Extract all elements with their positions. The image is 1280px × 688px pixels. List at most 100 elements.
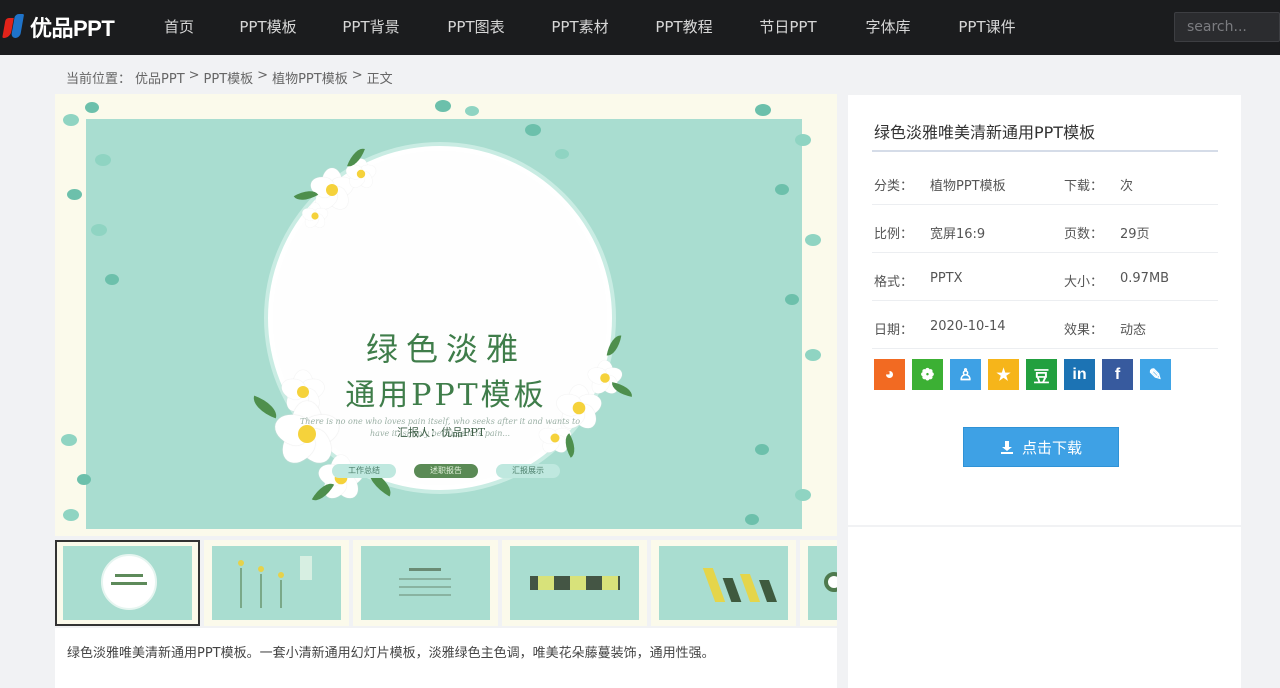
leaf-decoration (795, 134, 811, 146)
slide-author: 汇报人：优品PPT (397, 426, 486, 439)
info-value: 宽屏16:9 (930, 227, 986, 242)
info-key: 页数： (1064, 227, 1104, 242)
thumbnail-image (212, 546, 341, 620)
thumbnail-6[interactable] (800, 540, 837, 626)
douban-share-button[interactable]: 豆 (1026, 359, 1057, 390)
info-value: PPTX (930, 271, 963, 286)
leaf-decoration (77, 474, 91, 485)
breadcrumb-separator: > (257, 68, 269, 83)
leaf-decoration (95, 154, 111, 166)
breadcrumb-separator: > (188, 68, 200, 83)
site-logo[interactable]: 优品PPT (2, 10, 115, 44)
leaf-decoration (555, 149, 569, 159)
leaf-decoration (785, 294, 799, 305)
nav-item-ppt-tutorials[interactable]: PPT教程 (632, 0, 736, 55)
info-value: 2020-10-14 (930, 319, 1006, 334)
download-label: 点击下载 (1021, 438, 1082, 457)
info-row-format: 格式： PPTX 大小： 0.97MB (872, 253, 1218, 301)
info-row-category: 分类： 植物PPT模板 下载： 次 (872, 157, 1218, 205)
search-input[interactable] (1175, 13, 1279, 41)
info-value: 29页 (1120, 227, 1150, 242)
leaf-decoration (795, 489, 811, 501)
info-key: 下载： (1064, 179, 1104, 194)
nav-item-holiday-ppt[interactable]: 节日PPT (736, 0, 840, 55)
info-row-date: 日期： 2020-10-14 效果： 动态 (872, 301, 1218, 349)
twitter-share-button[interactable]: ✎ (1140, 359, 1171, 390)
share-buttons: ◕ ❁ ♙ ★ 豆 in f ✎ (874, 359, 1171, 390)
leaf-decoration (91, 224, 107, 236)
leaf-decoration (63, 114, 79, 126)
nav-item-font-library[interactable]: 字体库 (840, 0, 936, 55)
nav-item-ppt-charts[interactable]: PPT图表 (424, 0, 528, 55)
breadcrumb: 当前位置： 优品PPT > PPT模板 > 植物PPT模板 > 正文 (66, 68, 393, 87)
thumbnail-image (361, 546, 490, 620)
breadcrumb-current: 正文 (366, 72, 393, 87)
thumbnail-3[interactable] (353, 540, 498, 626)
nav-item-ppt-backgrounds[interactable]: PPT背景 (318, 0, 424, 55)
info-row-ratio: 比例： 宽屏16:9 页数： 29页 (872, 205, 1218, 253)
template-preview-image[interactable]: 绿色淡雅 通用PPT模板 There is no one who loves p… (55, 94, 837, 536)
thumbnail-1[interactable] (55, 540, 200, 626)
download-icon (1000, 441, 1013, 454)
nav-item-ppt-materials[interactable]: PPT素材 (528, 0, 632, 55)
leaf-decoration (105, 274, 119, 285)
info-value: 次 (1120, 179, 1134, 194)
thumbnail-image (808, 546, 837, 620)
breadcrumb-ppt-templates-link[interactable]: PPT模板 (204, 68, 254, 87)
info-value: 动态 (1120, 323, 1147, 338)
qzone-share-button[interactable]: ★ (988, 359, 1019, 390)
facebook-share-button[interactable]: f (1102, 359, 1133, 390)
leaf-decoration (525, 124, 541, 136)
leaf-decoration (67, 189, 82, 200)
template-info-panel: 绿色淡雅唯美清新通用PPT模板 分类： 植物PPT模板 下载： 次 比例： 宽屏… (848, 95, 1241, 525)
thumbnail-strip (55, 540, 837, 626)
leaf-decoration (465, 106, 479, 116)
nav-item-ppt-templates[interactable]: PPT模板 (218, 0, 318, 55)
leaf-decoration (745, 514, 759, 525)
logo-text: 优品PPT (30, 16, 115, 41)
info-key: 分类： (874, 179, 914, 194)
slide-pill: 工作总结 (332, 464, 396, 478)
nav-item-ppt-courseware[interactable]: PPT课件 (936, 0, 1038, 55)
download-button[interactable]: 点击下载 (963, 427, 1119, 467)
info-value: 0.97MB (1120, 271, 1170, 286)
leaf-decoration (61, 434, 77, 446)
leaf-decoration (63, 509, 79, 521)
thumbnail-2[interactable] (204, 540, 349, 626)
breadcrumb-plant-templates-link[interactable]: 植物PPT模板 (272, 68, 348, 87)
breadcrumb-separator: > (351, 68, 363, 83)
template-description: 绿色淡雅唯美清新通用PPT模板。一套小清新通用幻灯片模板，淡雅绿色主色调，唯美花… (55, 628, 837, 688)
info-key: 日期： (874, 323, 914, 338)
thumbnail-image (659, 546, 788, 620)
sidebar-lower-panel (848, 527, 1241, 688)
qq-share-button[interactable]: ♙ (950, 359, 981, 390)
search-box (1174, 12, 1280, 42)
info-key: 效果： (1064, 323, 1104, 338)
nav-item-home[interactable]: 首页 (140, 0, 218, 55)
top-navigation: 优品PPT 首页 PPT模板 PPT背景 PPT图表 PPT素材 PPT教程 节… (0, 0, 1280, 55)
leaf-decoration (775, 184, 789, 195)
slide-pill: 汇报展示 (496, 464, 560, 478)
thumbnail-5[interactable] (651, 540, 796, 626)
linkedin-share-button[interactable]: in (1064, 359, 1095, 390)
leaf-decoration (755, 104, 771, 116)
breadcrumb-home-link[interactable]: 优品PPT (135, 68, 185, 87)
leaf-decoration (805, 234, 821, 246)
nav-menu: 首页 PPT模板 PPT背景 PPT图表 PPT素材 PPT教程 节日PPT 字… (140, 0, 1038, 55)
weibo-share-button[interactable]: ◕ (874, 359, 905, 390)
breadcrumb-label: 当前位置： (66, 72, 132, 87)
logo-mark-icon (2, 12, 28, 42)
info-key: 比例： (874, 227, 914, 242)
slide-title-line1: 绿色淡雅 (365, 330, 526, 368)
info-key: 格式： (874, 275, 914, 290)
slide-pill: 述职报告 (414, 464, 478, 478)
category-link[interactable]: 植物PPT模板 (930, 175, 1006, 194)
wechat-share-button[interactable]: ❁ (912, 359, 943, 390)
template-title: 绿色淡雅唯美清新通用PPT模板 (874, 123, 1096, 142)
slide-title-line2: 通用PPT模板 (345, 378, 547, 413)
info-key: 大小： (1064, 275, 1104, 290)
thumbnail-4[interactable] (502, 540, 647, 626)
flower-decoration (300, 202, 330, 231)
thumbnail-image (510, 546, 639, 620)
leaf-decoration (85, 102, 99, 113)
